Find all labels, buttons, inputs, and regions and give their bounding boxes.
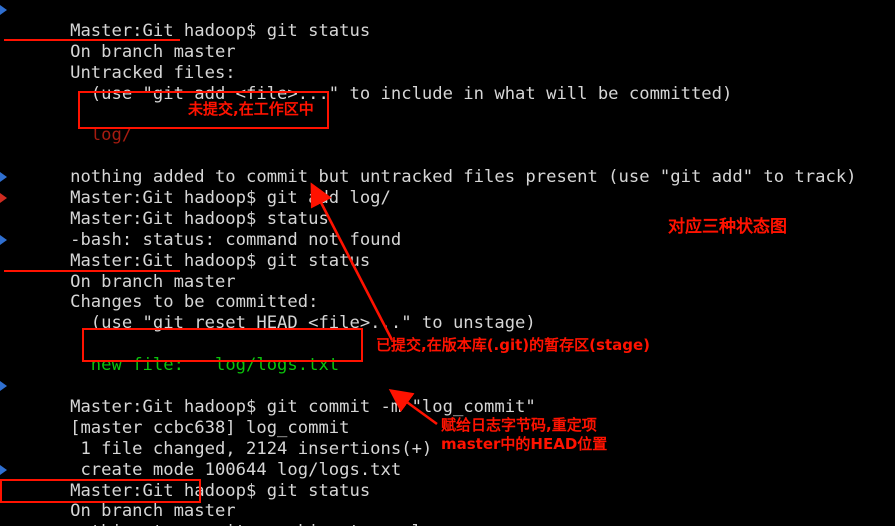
prompt-marker-ok xyxy=(0,464,7,475)
terminal-output: Master:Git hadoop$ git status On branch … xyxy=(0,0,895,526)
terminal-line: On branch master xyxy=(0,251,895,292)
terminal-line: On branch master xyxy=(0,21,895,62)
terminal-line: Untracked files: xyxy=(0,42,895,83)
terminal-line: Master:Git hadoop$ git status xyxy=(0,0,895,41)
terminal-line: Master:Git hadoop$ status xyxy=(0,188,895,229)
terminal-line-untracked-file: log/ xyxy=(0,104,895,145)
terminal-line: Master:Git hadoop$ git commit -m "log_co… xyxy=(0,376,895,417)
terminal-line-staged-file: new file: log/logs.txt xyxy=(0,334,895,375)
terminal-line-error: -bash: status: command not found xyxy=(0,209,895,250)
terminal-line: Master:Git hadoop$ git add log/ xyxy=(0,167,895,208)
prompt-marker-ok xyxy=(0,172,7,183)
prompt-marker-ok xyxy=(0,234,7,245)
terminal-line: (use "git add <file>..." to include in w… xyxy=(0,63,895,104)
terminal-line: Master:Git hadoop$ git status xyxy=(0,230,895,271)
terminal-line: [master ccbc638] log_commit xyxy=(0,397,895,438)
terminal-line: On branch master xyxy=(0,480,895,521)
line-text: nothing to commit, working tree clean xyxy=(70,522,453,526)
prompt-marker-ok xyxy=(0,381,7,392)
terminal-line: Master:Git hadoop$ git status xyxy=(0,460,895,501)
terminal-line: 1 file changed, 2124 insertions(+) xyxy=(0,418,895,459)
terminal-window: Master:Git hadoop$ git status On branch … xyxy=(0,0,895,526)
prompt-marker-fail xyxy=(0,193,7,204)
terminal-line: nothing added to commit but untracked fi… xyxy=(0,146,895,187)
terminal-line: (use "git reset HEAD <file>..." to unsta… xyxy=(0,292,895,333)
terminal-line: nothing to commit, working tree clean xyxy=(0,501,895,526)
prompt-marker-ok xyxy=(0,5,7,15)
terminal-line: Changes to be committed: xyxy=(0,272,895,312)
terminal-line: create mode 100644 log/logs.txt xyxy=(0,439,895,480)
